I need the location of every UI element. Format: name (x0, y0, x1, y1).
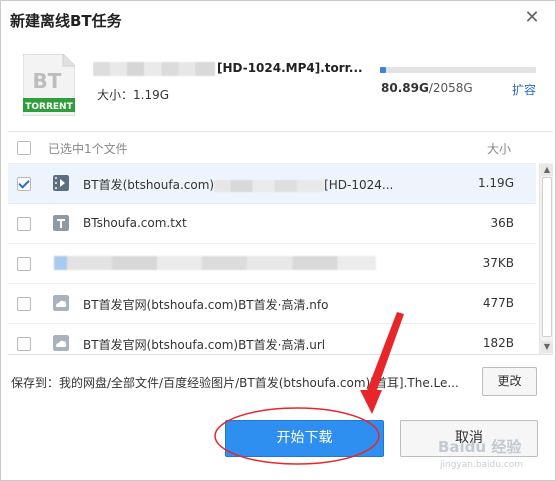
selected-count-label: 已选中1个文件 (48, 142, 128, 156)
file-checkbox[interactable] (17, 177, 31, 191)
redacted-file-name (54, 256, 376, 270)
file-size: 477B (482, 296, 514, 310)
cancel-button[interactable]: 取消 (400, 420, 538, 457)
expand-storage-link[interactable]: 扩容 (512, 81, 536, 98)
save-to-label: 保存到： (11, 376, 60, 390)
storage-usage-text: 80.89G/2058G (381, 81, 473, 95)
dialog-title: 新建离线BT任务 (10, 12, 122, 30)
video-file-icon (53, 175, 69, 191)
file-list: 已选中1个文件 大小 BT首发(btshoufa.com) [HD-1024...… (8, 131, 553, 355)
redacted-text (214, 179, 325, 192)
change-path-button[interactable]: 更改 (482, 367, 537, 396)
storage-usage-bar (380, 67, 536, 73)
generic-file-icon (53, 295, 69, 311)
storage-used: 80.89G (381, 81, 429, 95)
file-row[interactable]: BT首发官网(btshoufa.com)BT首发·高清.nfo 477B (8, 283, 536, 323)
torrent-icon-label-bottom: TORRENT (25, 102, 73, 112)
scroll-down-icon[interactable]: ▼ (541, 341, 553, 353)
close-icon[interactable]: ✕ (523, 9, 541, 27)
file-name: BT首发(btshoufa.com) [HD-1024... (83, 178, 394, 192)
torrent-name: [HD-1024.MP4].torr... (93, 61, 363, 79)
file-list-scrollbar[interactable]: ▲ ▼ (539, 163, 553, 354)
select-all-checkbox[interactable] (17, 141, 31, 155)
start-download-button[interactable]: 开始下载 (225, 420, 384, 457)
file-checkbox[interactable] (17, 257, 31, 271)
file-size: 182B (482, 336, 514, 350)
torrent-size: 大小：1.19G (97, 88, 170, 102)
file-name: BT首发官网(btshoufa.com)BT首发·高清.nfo (83, 298, 329, 312)
generic-file-icon (53, 335, 69, 351)
torrent-file-icon: BT TORRENT (23, 54, 75, 116)
file-checkbox[interactable] (17, 217, 31, 231)
file-row[interactable]: 37KB (8, 243, 536, 283)
scrollbar-thumb[interactable] (542, 177, 552, 337)
text-file-icon (53, 215, 69, 231)
file-size: 1.19G (477, 176, 514, 190)
torrent-icon-label-top: BT (33, 69, 62, 93)
save-path: 我的网盘/全部文件/百度经验图片/BT首发(btshoufa.com)[首耳].… (59, 376, 459, 390)
size-column-header: 大小 (487, 142, 512, 156)
redacted-text (93, 61, 215, 76)
file-row[interactable]: BT首发(btshoufa.com) [HD-1024... 1.19G (8, 163, 536, 203)
scroll-up-icon[interactable]: ▲ (541, 164, 553, 176)
storage-usage-fill (380, 67, 387, 73)
storage-total: /2058G (428, 81, 473, 95)
file-size: 36B (490, 216, 514, 230)
new-bt-task-dialog: 新建离线BT任务 ✕ BT TORRENT [HD-1024.MP4].torr… (0, 0, 556, 481)
file-list-header: 已选中1个文件 大小 (8, 132, 536, 162)
file-name: BT首发官网(btshoufa.com)BT首发·高清.url (83, 338, 326, 352)
file-size: 37KB (482, 256, 514, 270)
file-row[interactable]: BTshoufa.com.txt 36B (8, 203, 536, 243)
file-row[interactable]: BT首发官网(btshoufa.com)BT首发·高清.url 182B (8, 323, 536, 354)
file-checkbox[interactable] (17, 337, 31, 351)
file-name: BTshoufa.com.txt (83, 216, 187, 230)
file-checkbox[interactable] (17, 297, 31, 311)
